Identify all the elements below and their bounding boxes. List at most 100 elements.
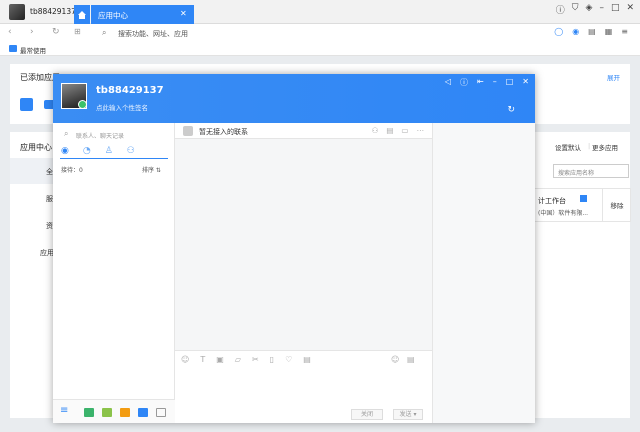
app-search-input[interactable]: 搜索应用名称 <box>553 164 629 178</box>
minimize-icon[interactable]: – <box>493 77 497 88</box>
heart-icon[interactable]: ♡ <box>285 355 292 364</box>
side-item-service[interactable]: 服 <box>46 194 53 204</box>
im-window: tb88429137 点此输入个性签名 ◁ ⓘ ⇤ – □ ✕ ↻ ⌕ 联系人、… <box>53 74 535 423</box>
send-button[interactable]: 发送 ▾ <box>393 409 423 420</box>
notification-icon[interactable]: ◉ <box>572 27 579 36</box>
im-header: tb88429137 点此输入个性签名 ◁ ⓘ ⇤ – □ ✕ ↻ <box>53 74 535 123</box>
more-apps-link[interactable]: 更多应用 <box>592 142 618 152</box>
close-chat-button[interactable]: 关闭 <box>351 409 383 420</box>
app-card-subtitle: (中国）软件有限... <box>538 210 589 217</box>
input-toolbar: ☺ T ▣ ▱ ✂ ▯ ♡ ▤ <box>181 355 311 364</box>
app-shortcut-icon[interactable] <box>84 408 94 417</box>
menu-icon[interactable]: ≡ <box>60 405 68 416</box>
expand-link[interactable]: 展开 <box>607 72 620 82</box>
tab-close-icon[interactable]: ✕ <box>180 9 187 18</box>
user-tab[interactable]: tb88429137 <box>0 0 76 24</box>
info-sidebar <box>432 123 535 423</box>
user-avatar <box>9 4 25 20</box>
side-item-apps[interactable]: 应用 <box>40 248 54 258</box>
app-shortcut-icon[interactable] <box>102 408 112 417</box>
address-bar[interactable]: 搜索功能、网址、应用 <box>118 29 188 39</box>
quick-reply-icon[interactable]: ☺ <box>391 355 399 364</box>
help-icon[interactable]: ⓘ <box>556 3 565 16</box>
recent-tab-icon[interactable]: ◔ <box>83 146 91 156</box>
shield-icon[interactable]: ⛉ <box>572 3 579 16</box>
app-icon[interactable] <box>20 98 33 111</box>
note-icon[interactable]: ▤ <box>303 355 311 364</box>
back-icon[interactable]: ‹ <box>8 27 12 37</box>
font-icon[interactable]: T <box>200 355 205 364</box>
contact-footer: ≡ <box>53 399 175 423</box>
menu-icon[interactable]: ≡ <box>621 27 628 36</box>
app-shortcut-icon[interactable] <box>138 408 148 417</box>
folder-icon[interactable]: ▱ <box>235 355 241 364</box>
phone-icon[interactable]: ▯ <box>270 355 274 364</box>
tab-underline <box>60 158 168 159</box>
side-item-all[interactable]: 全 <box>46 167 53 177</box>
info-icon[interactable]: ⓘ <box>460 77 468 88</box>
waiting-count: 接待：0 <box>61 167 83 174</box>
message-input-area[interactable]: ☺ T ▣ ▱ ✂ ▯ ♡ ▤ ☺ ▤ 关闭 发送 ▾ <box>175 350 432 423</box>
app-card-title: 计工作台 <box>538 197 566 205</box>
sort-button[interactable]: 排序 ⇅ <box>142 165 161 174</box>
contact-tabs: ◉ ◔ ♙ ⚇ <box>61 146 135 156</box>
emoji-icon[interactable]: ☺ <box>181 355 189 364</box>
close-icon[interactable]: ✕ <box>522 77 529 88</box>
contacts-tab-icon[interactable]: ♙ <box>105 146 113 156</box>
navigation-bar: ‹ › ↻ ⊞ ⌕ 搜索功能、网址、应用 ◯ ◉ ▤ ▦ ≡ <box>0 24 640 42</box>
maximize-icon[interactable]: □ <box>506 77 514 88</box>
refresh-icon[interactable]: ↻ <box>52 27 60 37</box>
badge-icon <box>580 195 587 202</box>
online-status-icon <box>78 100 87 109</box>
home-button[interactable] <box>74 5 90 24</box>
card-icon[interactable]: ▤ <box>588 27 596 36</box>
minimize-icon[interactable]: – <box>599 3 604 16</box>
set-default-link[interactable]: 设置默认 <box>555 142 581 152</box>
more-icon[interactable]: ⋯ <box>417 126 425 135</box>
refresh-icon[interactable]: ↻ <box>507 105 515 115</box>
tab-app-center[interactable]: 应用中心 ✕ <box>91 5 194 24</box>
search-icon: ⌕ <box>102 28 107 37</box>
scissors-icon[interactable]: ✂ <box>252 355 259 364</box>
im-username: tb88429137 <box>96 85 164 96</box>
app-shortcut-icon[interactable] <box>120 408 130 417</box>
order-icon[interactable]: ▤ <box>386 126 393 135</box>
maximize-icon[interactable]: □ <box>611 3 620 16</box>
chat-tab-icon[interactable]: ◉ <box>61 146 69 156</box>
transfer-icon[interactable]: ⚇ <box>372 126 379 135</box>
contact-search-input[interactable]: ⌕ 联系人、聊天记录 <box>60 128 168 142</box>
browser-tab-bar: tb88429137 应用中心 ✕ ⓘ ⛉ ◈ – □ ✕ <box>0 0 640 24</box>
bookmark-most-used[interactable]: 最常使用 <box>20 45 46 55</box>
side-item-resource[interactable]: 资 <box>46 221 53 231</box>
forward-icon[interactable]: › <box>30 27 34 37</box>
chat-panel: 暂无接入的联系 ⚇ ▤ ▭ ⋯ ☺ T ▣ ▱ ✂ ▯ ♡ ▤ ☺ ▤ 关闭 发… <box>175 123 432 423</box>
tab-app-center-label: 应用中心 <box>98 11 128 20</box>
sound-icon[interactable]: ◁ <box>445 77 451 88</box>
chat-title: 暂无接入的联系 <box>199 128 248 136</box>
remove-button[interactable]: 移除 <box>602 189 631 221</box>
search-icon: ⌕ <box>64 129 69 138</box>
grid-icon[interactable]: ⊞ <box>74 27 81 36</box>
im-window-controls: ◁ ⓘ ⇤ – □ ✕ <box>445 77 529 88</box>
chat-header: 暂无接入的联系 ⚇ ▤ ▭ ⋯ <box>175 123 432 139</box>
app-shortcut-icon[interactable] <box>156 408 166 417</box>
image-icon[interactable]: ▣ <box>216 355 224 364</box>
contact-panel: ⌕ 联系人、聊天记录 ◉ ◔ ♙ ⚇ 接待：0 排序 ⇅ ≡ <box>53 123 175 423</box>
calculator-icon[interactable]: ▦ <box>605 27 613 36</box>
group-tab-icon[interactable]: ⚇ <box>127 146 135 156</box>
app-card[interactable]: 计工作台 (中国）软件有限... 移除 <box>531 188 631 222</box>
close-icon[interactable]: ✕ <box>626 3 634 16</box>
video-icon[interactable]: ▭ <box>401 126 408 135</box>
history-icon[interactable]: ▤ <box>407 355 415 364</box>
im-avatar[interactable] <box>61 83 87 109</box>
skin-icon[interactable]: ◈ <box>586 3 593 16</box>
home-icon <box>78 10 86 19</box>
message-icon[interactable]: ◯ <box>554 27 563 36</box>
window-controls: ⓘ ⛉ ◈ – □ ✕ <box>556 3 634 16</box>
signature-field[interactable]: 点此输入个性签名 <box>96 102 148 112</box>
app-center-title: 应用中心 <box>20 143 52 152</box>
bookmarks-bar: 最常使用 <box>0 42 640 56</box>
contact-search-placeholder: 联系人、聊天记录 <box>76 133 125 140</box>
pin-icon[interactable]: ⇤ <box>477 77 484 88</box>
nav-tools: ◯ ◉ ▤ ▦ ≡ <box>554 27 628 36</box>
